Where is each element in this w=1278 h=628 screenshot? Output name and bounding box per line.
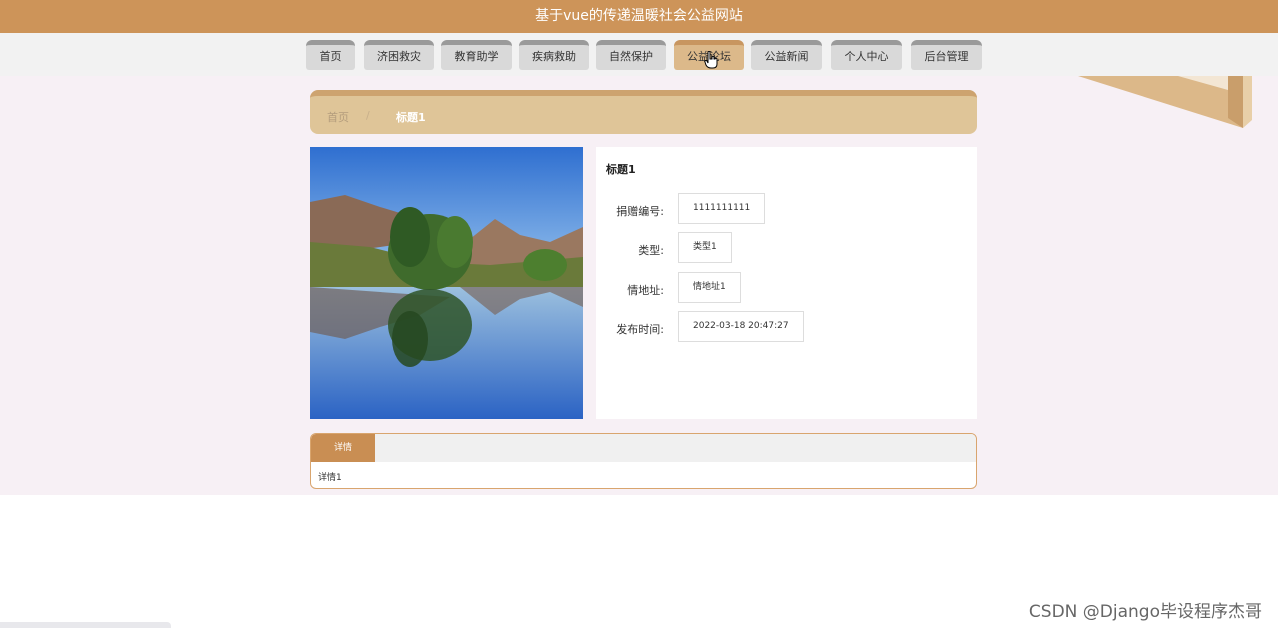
detail-tabs: 详情 详情1 xyxy=(310,433,977,489)
nav-item-admin[interactable]: 后台管理 xyxy=(911,40,982,70)
site-title: 基于vue的传递温暖社会公益网站 xyxy=(535,8,743,24)
breadcrumb-current: 标题1 xyxy=(396,111,426,124)
tab-content: 详情1 xyxy=(318,473,342,483)
browser-status-bar xyxy=(0,622,171,628)
nav-item-medical-aid[interactable]: 疾病救助 xyxy=(519,40,589,70)
decorative-corner-shape xyxy=(1078,76,1252,128)
nav-item-disaster-relief[interactable]: 济困救灾 xyxy=(364,40,434,70)
nav-item-home[interactable]: 首页 xyxy=(306,40,355,70)
breadcrumb: 首页 / 标题1 xyxy=(310,90,977,134)
type-value: 类型1 xyxy=(678,232,732,263)
item-image xyxy=(310,147,583,419)
donation-number-label: 捐赠编号: xyxy=(616,205,664,218)
nav-item-education[interactable]: 教育助学 xyxy=(441,40,512,70)
tab-strip xyxy=(311,434,976,462)
tab-details[interactable]: 详情 xyxy=(311,434,375,462)
nav-item-news[interactable]: 公益新闻 xyxy=(751,40,822,70)
mouse-cursor-icon xyxy=(704,51,718,69)
publish-time-value: 2022-03-18 20:47:27 xyxy=(678,311,804,342)
detail-title: 标题1 xyxy=(606,163,636,176)
detail-panel: 标题1 捐赠编号: 1111111111 类型: 类型1 情地址: 情地址1 发… xyxy=(596,147,977,419)
type-label: 类型: xyxy=(638,244,664,257)
nav-item-profile[interactable]: 个人中心 xyxy=(831,40,902,70)
main-nav: 首页 济困救灾 教育助学 疾病救助 自然保护 公益论坛 公益新闻 个人中心 后台… xyxy=(0,33,1278,76)
watermark: CSDN @Django毕设程序杰哥 xyxy=(1028,602,1262,622)
breadcrumb-separator: / xyxy=(366,109,370,122)
site-header: 基于vue的传递温暖社会公益网站 xyxy=(0,0,1278,33)
nav-item-nature[interactable]: 自然保护 xyxy=(596,40,666,70)
address-label: 情地址: xyxy=(627,284,664,297)
donation-number-value: 1111111111 xyxy=(678,193,766,224)
publish-time-label: 发布时间: xyxy=(616,323,664,336)
address-value: 情地址1 xyxy=(678,272,741,303)
breadcrumb-home[interactable]: 首页 xyxy=(327,109,349,125)
